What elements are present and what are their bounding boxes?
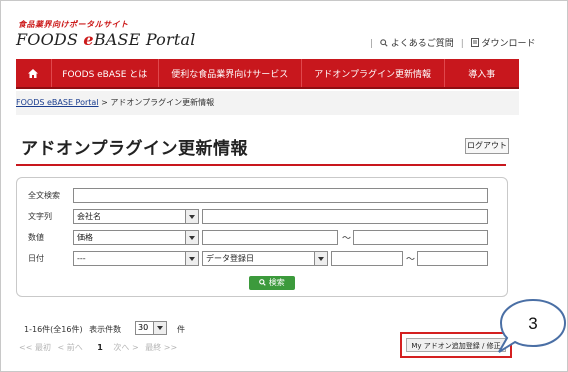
header-links: | よくあるご質問 | ダウンロード — [366, 36, 536, 49]
number-from-input[interactable] — [202, 230, 338, 245]
per-page-label: 表示件数 — [89, 325, 122, 334]
date-field-value: --- — [77, 254, 86, 263]
my-addon-register-button[interactable]: My アドオン追加登録 / 修正 — [406, 338, 506, 352]
nav-home[interactable] — [16, 59, 52, 87]
pager-current-page: 1 — [97, 343, 103, 352]
logo-e: e — [83, 30, 94, 49]
browser-viewport: 食品業界向けポータルサイト FOODS eBASE Portal | よくあるご… — [0, 0, 568, 372]
pager-prev: < 前へ — [57, 343, 83, 352]
divider: | — [370, 39, 374, 49]
search-icon — [380, 39, 388, 47]
search-button[interactable]: 検索 — [249, 276, 295, 290]
string-input[interactable] — [202, 209, 488, 224]
logo-suffix: BASE Portal — [93, 30, 196, 49]
fulltext-label: 全文検索 — [28, 191, 60, 200]
chevron-down-icon — [185, 210, 198, 223]
callout-number: 3 — [528, 314, 537, 333]
nav-item-services[interactable]: 便利な食品業界向けサービス — [159, 59, 302, 87]
document-icon — [470, 38, 479, 47]
string-field-value: 会社名 — [77, 212, 101, 221]
chevron-down-icon — [314, 252, 327, 265]
number-to-input[interactable] — [353, 230, 488, 245]
breadcrumb: FOODS eBASE Portal > アドオンプラグイン更新情報 — [16, 91, 519, 115]
number-field-value: 価格 — [77, 233, 93, 242]
string-field-select[interactable]: 会社名 — [73, 209, 199, 224]
date-from-input[interactable] — [331, 251, 403, 266]
main-nav: FOODS eBASE とは 便利な食品業界向けサービス アドオンプラグイン更新… — [16, 59, 519, 89]
range-tilde: ～ — [406, 255, 416, 265]
faq-link[interactable]: よくあるご質問 — [380, 36, 454, 49]
pager-first: << 最初 — [19, 343, 51, 352]
chevron-down-icon — [185, 252, 198, 265]
result-count-text: 1-16件(全16件) — [24, 325, 83, 334]
pager-last: 最終 >> — [145, 343, 178, 352]
range-tilde: ～ — [342, 234, 352, 244]
divider: | — [460, 39, 464, 49]
site-tagline: 食品業界向けポータルサイト — [18, 20, 129, 29]
title-underline — [16, 164, 506, 166]
date-label: 日付 — [28, 254, 44, 263]
date-field-select[interactable]: --- — [73, 251, 199, 266]
site-logo[interactable]: FOODS eBASE Portal — [16, 30, 196, 49]
nav-item-about[interactable]: FOODS eBASE とは — [52, 59, 159, 87]
result-count: 1-16件(全16件) 表示件数 — [24, 324, 121, 335]
download-label: ダウンロード — [481, 39, 536, 49]
search-panel: 全文検索 文字列 会社名 数値 価格 ～ 日付 --- データ登録日 ～ 検索 — [16, 177, 508, 297]
nav-item-cases[interactable]: 導入事 — [445, 59, 519, 87]
logo-prefix: FOODS — [16, 30, 84, 49]
per-page-unit: 件 — [177, 325, 185, 334]
breadcrumb-current: アドオンプラグイン更新情報 — [110, 98, 215, 107]
breadcrumb-home-link[interactable]: FOODS eBASE Portal — [16, 98, 99, 107]
faq-label: よくあるご質問 — [390, 39, 454, 49]
chevron-down-icon — [185, 231, 198, 244]
pager-next: 次へ > — [113, 343, 139, 352]
download-link[interactable]: ダウンロード — [470, 36, 536, 49]
number-field-select[interactable]: 価格 — [73, 230, 199, 245]
search-icon — [259, 279, 266, 286]
pagination: << 最初 < 前へ 1 次へ > 最終 >> — [19, 342, 181, 353]
per-page-select[interactable]: 30 — [135, 321, 167, 335]
chevron-down-icon — [153, 322, 166, 334]
string-label: 文字列 — [28, 212, 52, 221]
number-label: 数値 — [28, 233, 44, 242]
per-page-value: 30 — [138, 323, 149, 332]
search-button-label: 検索 — [268, 278, 285, 287]
page-title: アドオンプラグイン更新情報 — [21, 139, 248, 159]
nav-item-addon-updates[interactable]: アドオンプラグイン更新情報 — [302, 59, 445, 87]
breadcrumb-separator: > — [98, 98, 111, 107]
fulltext-input[interactable] — [73, 188, 488, 203]
date-type-value: データ登録日 — [206, 254, 254, 263]
date-type-select[interactable]: データ登録日 — [202, 251, 328, 266]
home-icon — [28, 68, 39, 78]
logout-button[interactable]: ログアウト — [465, 138, 509, 154]
date-to-input[interactable] — [417, 251, 488, 266]
callout-bubble: 3 — [498, 298, 567, 353]
